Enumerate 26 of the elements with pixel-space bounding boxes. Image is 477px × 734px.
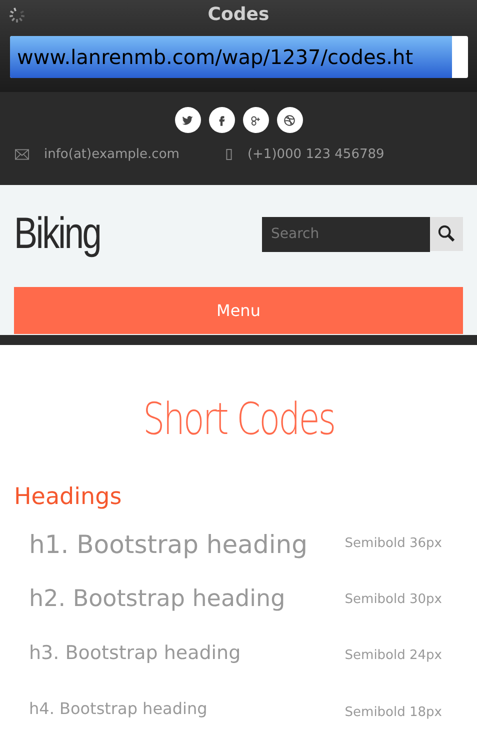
- email-address: info(at)example.com: [44, 146, 180, 164]
- search-button[interactable]: [430, 216, 463, 250]
- heading-spec: Semibold 30px: [344, 591, 442, 609]
- heading-sample: h2. Bootstrap heading: [29, 586, 286, 614]
- url-field[interactable]: www.lanrenmb.com/wap/1237/codes.ht: [10, 36, 468, 78]
- section-heading: Headings: [14, 483, 123, 512]
- twitter-bird-icon: [181, 114, 194, 126]
- dribbble-ball-button[interactable]: [276, 107, 302, 133]
- dribbble-ball-icon: [283, 114, 296, 126]
- heading-sample: h4. Bootstrap heading: [29, 699, 208, 718]
- window-title: Codes: [208, 3, 270, 27]
- search-field[interactable]: Search: [262, 216, 430, 252]
- search-icon: [437, 224, 456, 243]
- page-title: Short Codes: [142, 395, 334, 445]
- heading-spec: Semibold 24px: [344, 646, 442, 665]
- site-logo[interactable]: Biking: [14, 201, 100, 267]
- facebook-f-button[interactable]: [208, 107, 234, 133]
- heading-spec: Semibold 36px: [344, 535, 442, 553]
- envelope-icon: [15, 149, 29, 160]
- google-plus-icon: [249, 114, 262, 126]
- heading-sample: h1. Bootstrap heading: [29, 530, 308, 560]
- google-plus-button[interactable]: [242, 107, 268, 133]
- heading-spec: Semibold 18px: [344, 704, 442, 722]
- phone-number: (+1)000 123 456789: [247, 146, 384, 164]
- heading-sample: h3. Bootstrap heading: [29, 642, 241, 664]
- twitter-bird-button[interactable]: [174, 107, 200, 133]
